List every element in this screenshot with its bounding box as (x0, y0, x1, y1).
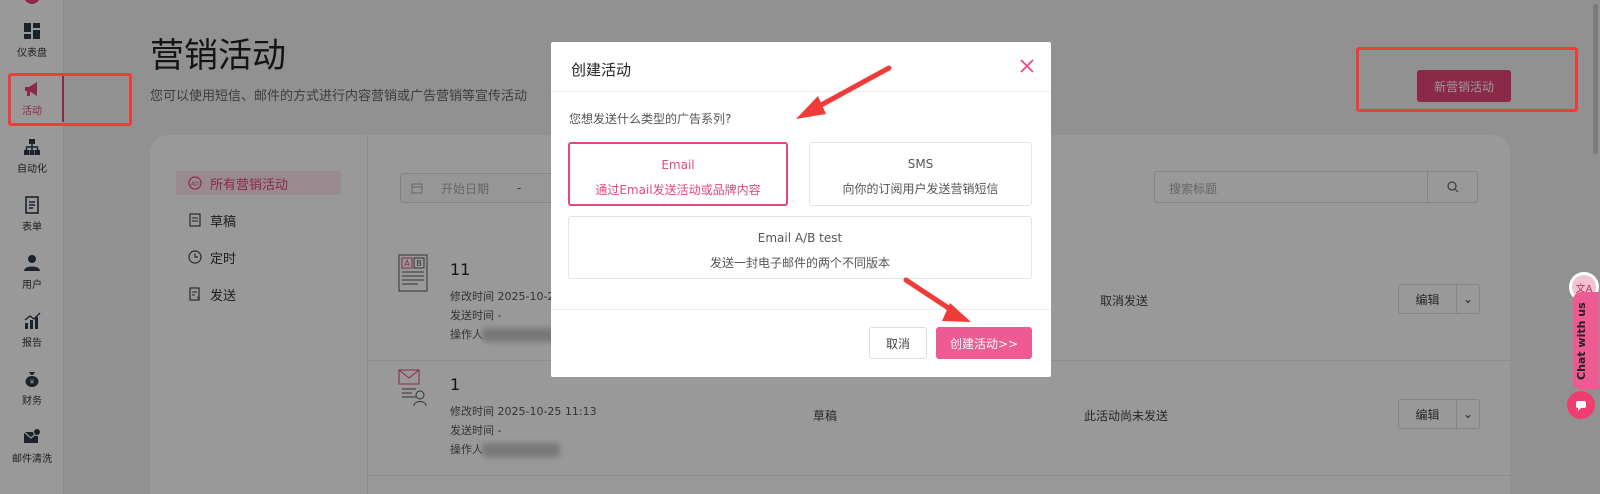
message-icon (1576, 401, 1586, 411)
option-title: Email (661, 158, 695, 172)
option-description: 发送一封电子邮件的两个不同版本 (709, 256, 890, 270)
highlight-box-sidebar (8, 73, 132, 126)
dialog-footer-divider (551, 309, 1051, 310)
create-campaign-dialog: 创建活动 您想发送什么类型的广告系列? Email 通过Email发送活动或品牌… (551, 42, 1051, 377)
chat-bubble-icon[interactable] (1567, 391, 1595, 419)
option-sms[interactable]: SMS 向你的订阅用户发送营销短信 (809, 142, 1032, 206)
dialog-title: 创建活动 (571, 61, 632, 79)
cancel-button[interactable]: 取消 (869, 327, 927, 359)
dialog-header: 创建活动 (551, 42, 1051, 92)
chat-label: Chat with us (1575, 302, 1588, 380)
option-title: Email A/B test (757, 231, 843, 245)
highlight-box-new-button (1356, 47, 1578, 112)
campaign-type-question: 您想发送什么类型的广告系列? (569, 112, 732, 126)
create-campaign-button[interactable]: 创建活动>> (936, 327, 1032, 359)
option-email[interactable]: Email 通过Email发送活动或品牌内容 (568, 142, 788, 206)
close-icon[interactable] (1019, 58, 1035, 74)
chat-tab[interactable]: Chat with us (1573, 292, 1599, 390)
option-description: 向你的订阅用户发送营销短信 (842, 182, 999, 196)
option-description: 通过Email发送活动或品牌内容 (595, 183, 761, 197)
option-title: SMS (907, 157, 934, 171)
option-email-ab-test[interactable]: Email A/B test 发送一封电子邮件的两个不同版本 (568, 216, 1032, 279)
